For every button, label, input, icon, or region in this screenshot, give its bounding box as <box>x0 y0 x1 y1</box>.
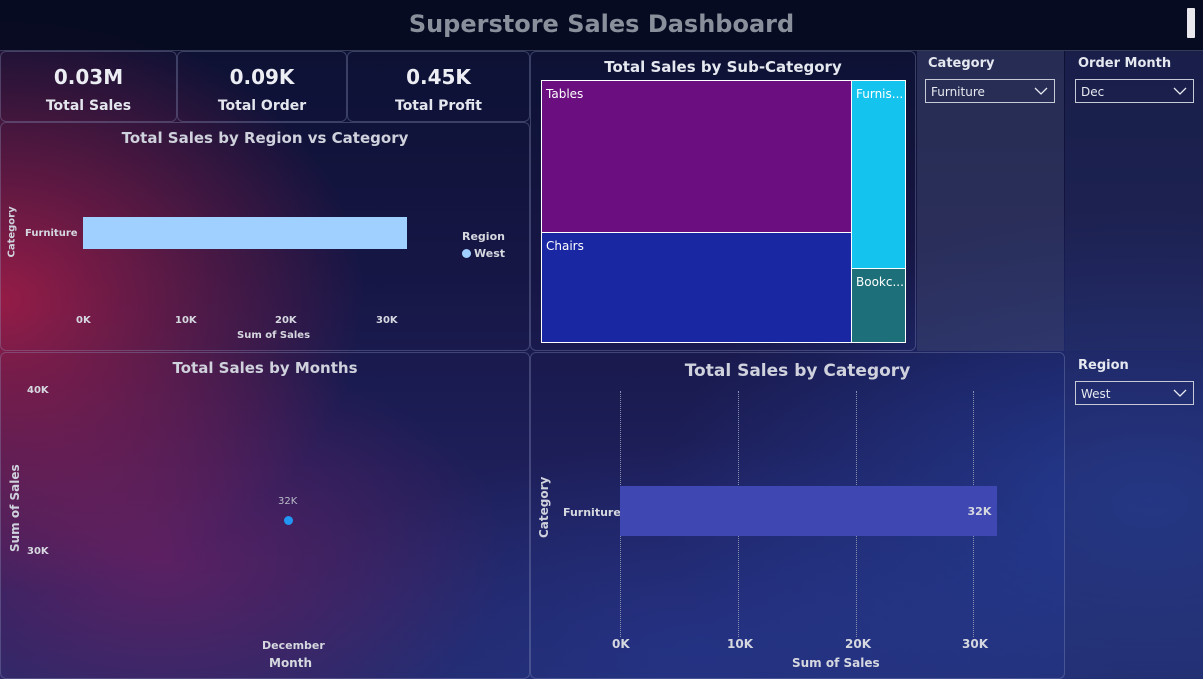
legend-title: Region <box>462 230 505 243</box>
bar-data-label: 32K <box>967 505 992 518</box>
tile-label: Tables <box>546 87 584 101</box>
x-tick: 20K <box>275 315 297 326</box>
legend-marker <box>462 249 471 258</box>
chart-title: Total Sales by Region vs Category <box>121 129 409 147</box>
x-axis-label: Month <box>269 656 313 670</box>
months-chart[interactable]: Total Sales by Months 40K 30K Sum of Sal… <box>0 352 530 679</box>
chevron-down-icon <box>1173 389 1187 397</box>
treemap-tile-furnishings[interactable]: Furnis... <box>851 80 906 269</box>
slicer-title-order-month: Order Month <box>1078 56 1172 71</box>
x-tick: 0K <box>612 637 630 651</box>
data-point-december[interactable] <box>284 515 293 525</box>
x-tick: 30K <box>962 637 988 651</box>
region-dropdown[interactable]: West <box>1075 381 1194 405</box>
y-axis-label: Category <box>537 476 551 538</box>
dropdown-value: Furniture <box>931 85 985 99</box>
tile-label: Bookc... <box>856 275 904 289</box>
kpi-card-total-sales: 0.03M Total Sales <box>0 51 177 122</box>
chart-title: Total Sales by Category <box>684 361 911 381</box>
bar-furniture-west[interactable] <box>83 217 408 249</box>
x-tick: 10K <box>727 637 753 651</box>
kpi-value: 0.09K <box>229 65 295 89</box>
category-chart[interactable]: Total Sales by Category Category Furnitu… <box>530 352 1065 679</box>
region-category-chart[interactable]: Total Sales by Region vs Category Catego… <box>0 122 530 351</box>
dropdown-value: West <box>1081 387 1111 401</box>
y-tick: 40K <box>27 385 49 396</box>
treemap-tile-bookcases[interactable]: Bookc... <box>851 268 906 343</box>
kpi-label: Total Order <box>217 98 307 114</box>
chevron-down-icon <box>1034 87 1048 95</box>
category-label: Furniture <box>563 506 621 519</box>
tile-label: Chairs <box>546 239 584 253</box>
kpi-label: Total Sales <box>45 98 132 114</box>
category-label: Furniture <box>25 228 78 239</box>
dashboard-header: Superstore Sales Dashboard <box>0 0 1203 51</box>
x-tick: 10K <box>175 315 197 326</box>
y-axis-label: Sum of Sales <box>8 464 22 552</box>
y-tick: 30K <box>27 546 49 557</box>
slicer-title-category: Category <box>928 56 995 71</box>
treemap-tile-tables[interactable]: Tables <box>541 80 852 233</box>
dropdown-value: Dec <box>1081 85 1105 99</box>
x-axis-label: Sum of Sales <box>237 330 311 341</box>
legend-item-west[interactable]: West <box>474 247 505 260</box>
x-tick: December <box>262 639 325 652</box>
subcategory-treemap[interactable]: Total Sales by Sub-Category Tables Chair… <box>530 51 916 351</box>
x-tick: 20K <box>845 637 871 651</box>
treemap-tile-chairs[interactable]: Chairs <box>541 232 852 343</box>
slicer-title-region: Region <box>1078 358 1129 373</box>
y-axis-label: Category <box>6 206 18 258</box>
tile-label: Furnis... <box>856 87 904 101</box>
kpi-value: 0.45K <box>406 65 471 89</box>
page-title: Superstore Sales Dashboard <box>408 10 795 38</box>
chevron-down-icon <box>1173 87 1187 95</box>
kpi-card-total-profit: 0.45K Total Profit <box>347 51 530 122</box>
scrollbar-thumb[interactable] <box>1187 8 1195 38</box>
bar-furniture[interactable] <box>620 486 997 536</box>
x-axis-label: Sum of Sales <box>792 656 880 670</box>
category-dropdown[interactable]: Furniture <box>925 79 1055 103</box>
point-data-label: 32K <box>278 496 298 507</box>
kpi-value: 0.03M <box>53 65 124 89</box>
kpi-card-total-order: 0.09K Total Order <box>177 51 347 122</box>
chart-title: Total Sales by Sub-Category <box>604 58 842 76</box>
x-tick: 0K <box>76 315 91 326</box>
order-month-dropdown[interactable]: Dec <box>1075 79 1194 103</box>
chart-title: Total Sales by Months <box>172 359 358 377</box>
kpi-label: Total Profit <box>395 98 482 114</box>
x-tick: 30K <box>376 315 398 326</box>
